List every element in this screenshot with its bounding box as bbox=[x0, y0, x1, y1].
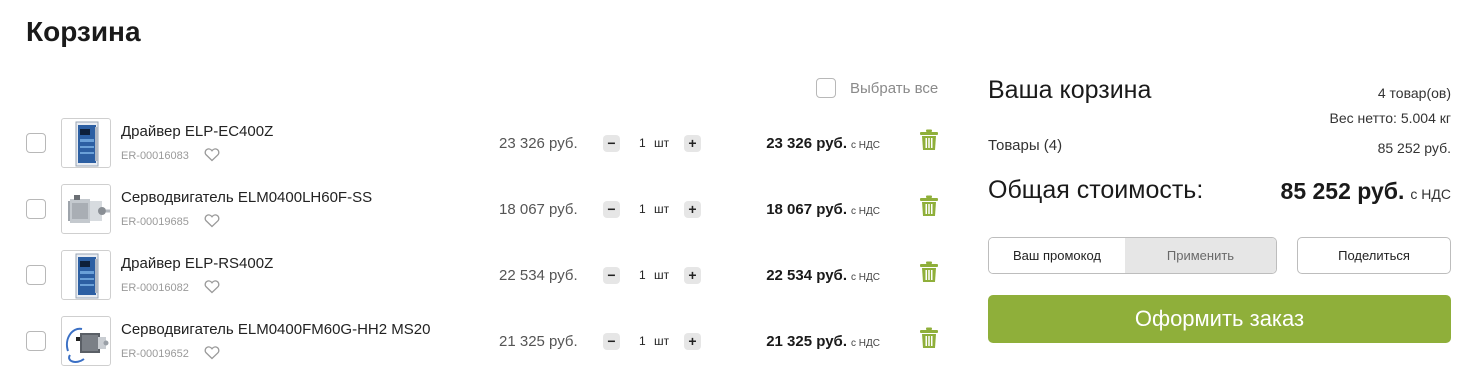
line-total-value: 18 067 руб. bbox=[766, 201, 847, 218]
favorite-heart-icon[interactable] bbox=[204, 147, 220, 162]
item-checkbox[interactable] bbox=[26, 199, 46, 219]
quantity-value[interactable]: 1 bbox=[639, 136, 646, 150]
product-image[interactable] bbox=[61, 118, 111, 168]
page-title: Корзина bbox=[26, 16, 141, 47]
delete-trash-icon[interactable] bbox=[920, 129, 938, 151]
summary-goods-label: Товары (4) bbox=[988, 137, 1063, 154]
unit-price: 22 534 руб. bbox=[499, 267, 578, 284]
summary-goods-value: 85 252 руб. bbox=[1377, 140, 1451, 156]
quantity-unit: шт bbox=[654, 202, 670, 216]
cart-item-row: Драйвер ELP-EC400Z ER-00016083 23 326 ру… bbox=[0, 118, 960, 184]
checkout-button[interactable]: Оформить заказ bbox=[988, 295, 1451, 343]
vat-label: с НДС bbox=[851, 272, 880, 283]
product-name[interactable]: Драйвер ELP-EC400Z bbox=[121, 123, 273, 140]
product-image[interactable] bbox=[61, 184, 111, 234]
promo-code-group: Применить bbox=[988, 237, 1277, 274]
unit-price: 21 325 руб. bbox=[499, 333, 578, 350]
product-name[interactable]: Драйвер ELP-RS400Z bbox=[121, 255, 273, 272]
summary-total-value: 85 252 руб. bbox=[1280, 178, 1405, 204]
line-total: 23 326 руб. с НДС bbox=[766, 135, 880, 152]
summary-total-label: Общая стоимость: bbox=[988, 176, 1204, 204]
quantity-unit: шт bbox=[654, 268, 670, 282]
quantity-decrease-button[interactable]: − bbox=[603, 201, 620, 218]
delete-trash-icon[interactable] bbox=[920, 327, 938, 349]
product-name[interactable]: Серводвигатель ELM0400FM60G-HH2 MS20 bbox=[121, 321, 430, 338]
quantity-decrease-button[interactable]: − bbox=[603, 135, 620, 152]
product-sku: ER-00019652 bbox=[121, 348, 189, 360]
favorite-heart-icon[interactable] bbox=[204, 213, 220, 228]
summary-title: Ваша корзина bbox=[988, 76, 1152, 104]
unit-price: 18 067 руб. bbox=[499, 201, 578, 218]
quantity-decrease-button[interactable]: − bbox=[603, 267, 620, 284]
line-total: 18 067 руб. с НДС bbox=[766, 201, 880, 218]
item-checkbox[interactable] bbox=[26, 265, 46, 285]
share-button[interactable]: Поделиться bbox=[1297, 237, 1451, 274]
select-all-box[interactable] bbox=[816, 78, 836, 98]
cart-item-row: Драйвер ELP-RS400Z ER-00016082 22 534 ру… bbox=[0, 250, 960, 316]
item-checkbox[interactable] bbox=[26, 331, 46, 351]
select-all-checkbox[interactable]: Выбрать все bbox=[816, 78, 938, 98]
delete-trash-icon[interactable] bbox=[920, 195, 938, 217]
quantity-unit: шт bbox=[654, 334, 670, 348]
quantity-value[interactable]: 1 bbox=[639, 202, 646, 216]
vat-label: с НДС bbox=[851, 140, 880, 151]
summary-item-count: 4 товар(ов) bbox=[1377, 85, 1451, 101]
quantity-value[interactable]: 1 bbox=[639, 334, 646, 348]
quantity-value[interactable]: 1 bbox=[639, 268, 646, 282]
summary-total: 85 252 руб. с НДС bbox=[1281, 178, 1451, 205]
quantity-increase-button[interactable]: + bbox=[684, 267, 701, 284]
quantity-unit: шт bbox=[654, 136, 670, 150]
quantity-increase-button[interactable]: + bbox=[684, 201, 701, 218]
select-all-label: Выбрать все bbox=[850, 79, 939, 97]
promo-code-input[interactable] bbox=[989, 238, 1125, 273]
cart-item-row: Серводвигатель ELM0400FM60G-HH2 MS20 ER-… bbox=[0, 316, 960, 382]
summary-total-vat: с НДС bbox=[1410, 186, 1451, 202]
line-total: 21 325 руб. с НДС bbox=[766, 333, 880, 350]
line-total-value: 23 326 руб. bbox=[766, 135, 847, 152]
favorite-heart-icon[interactable] bbox=[204, 279, 220, 294]
product-image[interactable] bbox=[61, 250, 111, 300]
item-checkbox[interactable] bbox=[26, 133, 46, 153]
summary-net-weight: Вес нетто: 5.004 кг bbox=[1329, 110, 1451, 126]
favorite-heart-icon[interactable] bbox=[204, 345, 220, 360]
cart-item-row: Серводвигатель ELM0400LH60F-SS ER-000196… bbox=[0, 184, 960, 250]
line-total-value: 21 325 руб. bbox=[766, 333, 847, 350]
line-total: 22 534 руб. с НДС bbox=[766, 267, 880, 284]
apply-promo-button[interactable]: Применить bbox=[1125, 238, 1276, 273]
vat-label: с НДС bbox=[851, 206, 880, 217]
product-image[interactable] bbox=[61, 316, 111, 366]
product-sku: ER-00016082 bbox=[121, 282, 189, 294]
unit-price: 23 326 руб. bbox=[499, 135, 578, 152]
product-sku: ER-00019685 bbox=[121, 216, 189, 228]
line-total-value: 22 534 руб. bbox=[766, 267, 847, 284]
vat-label: с НДС bbox=[851, 338, 880, 349]
delete-trash-icon[interactable] bbox=[920, 261, 938, 283]
quantity-increase-button[interactable]: + bbox=[684, 135, 701, 152]
quantity-increase-button[interactable]: + bbox=[684, 333, 701, 350]
quantity-decrease-button[interactable]: − bbox=[603, 333, 620, 350]
product-sku: ER-00016083 bbox=[121, 150, 189, 162]
product-name[interactable]: Серводвигатель ELM0400LH60F-SS bbox=[121, 189, 372, 206]
